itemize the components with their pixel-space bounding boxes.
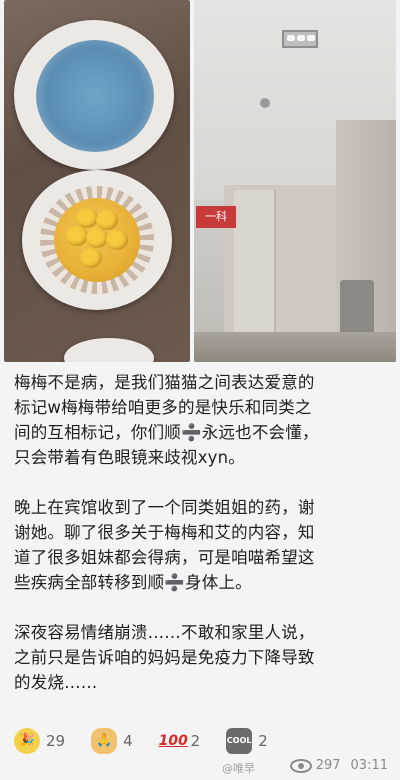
post-body: 梅梅不是病，是我们猫猫之间表达爱意的 标记w梅梅带给咱更多的是快乐和同类之 间的… (14, 370, 388, 720)
post-paragraph: 晚上在宾馆收到了一个同类姐姐的药，谢 谢她。聊了很多关于梅梅和艾的内容，知 道了… (14, 498, 315, 592)
reaction-count: 2 (190, 732, 201, 750)
reaction-hundred[interactable]: 100 2 (159, 728, 201, 754)
view-count: 297 (289, 758, 341, 773)
photo-medicine-cups[interactable] (4, 0, 190, 362)
hundred-points-icon: 100 (158, 733, 188, 749)
cool-button-icon: COOL (226, 728, 253, 754)
view-count-value: 297 (315, 758, 341, 773)
ceiling-light-icon (282, 30, 318, 48)
photo-hospital-corridor[interactable]: 一科 (194, 0, 396, 362)
post-paragraph: 梅梅不是病，是我们猫猫之间表达爱意的 标记w梅梅带给咱更多的是快乐和同类之 间的… (14, 373, 319, 467)
cup-partial (64, 338, 154, 362)
post-time: 03:11 (350, 758, 388, 773)
eye-icon (289, 758, 312, 773)
party-popper-icon: 🎉 (14, 728, 40, 754)
reaction-count: 4 (123, 732, 133, 750)
reaction-cool[interactable]: COOL 2 (226, 728, 268, 754)
department-sign: 一科 (196, 206, 236, 228)
cup-blue-pill (14, 20, 174, 170)
post-footer: 297 03:11 (289, 758, 388, 773)
post-images: 一科 (4, 0, 396, 362)
reaction-bar: 🎉 29 🙏 4 100 2 COOL 2 (14, 728, 268, 754)
praying-hands-icon: 🙏 (91, 728, 118, 754)
post-paragraph: 深夜容易情绪崩溃……不敢和家里人说， 之前只是告诉咱的妈妈是免疫力下降导致 的发… (14, 623, 315, 692)
reaction-count: 29 (46, 732, 66, 750)
watermark: @唯早 (222, 762, 255, 775)
cup-yellow-pills (22, 170, 172, 310)
reaction-count: 2 (258, 732, 268, 750)
reaction-pray[interactable]: 🙏 4 (91, 728, 133, 754)
reaction-party[interactable]: 🎉 29 (14, 728, 65, 754)
